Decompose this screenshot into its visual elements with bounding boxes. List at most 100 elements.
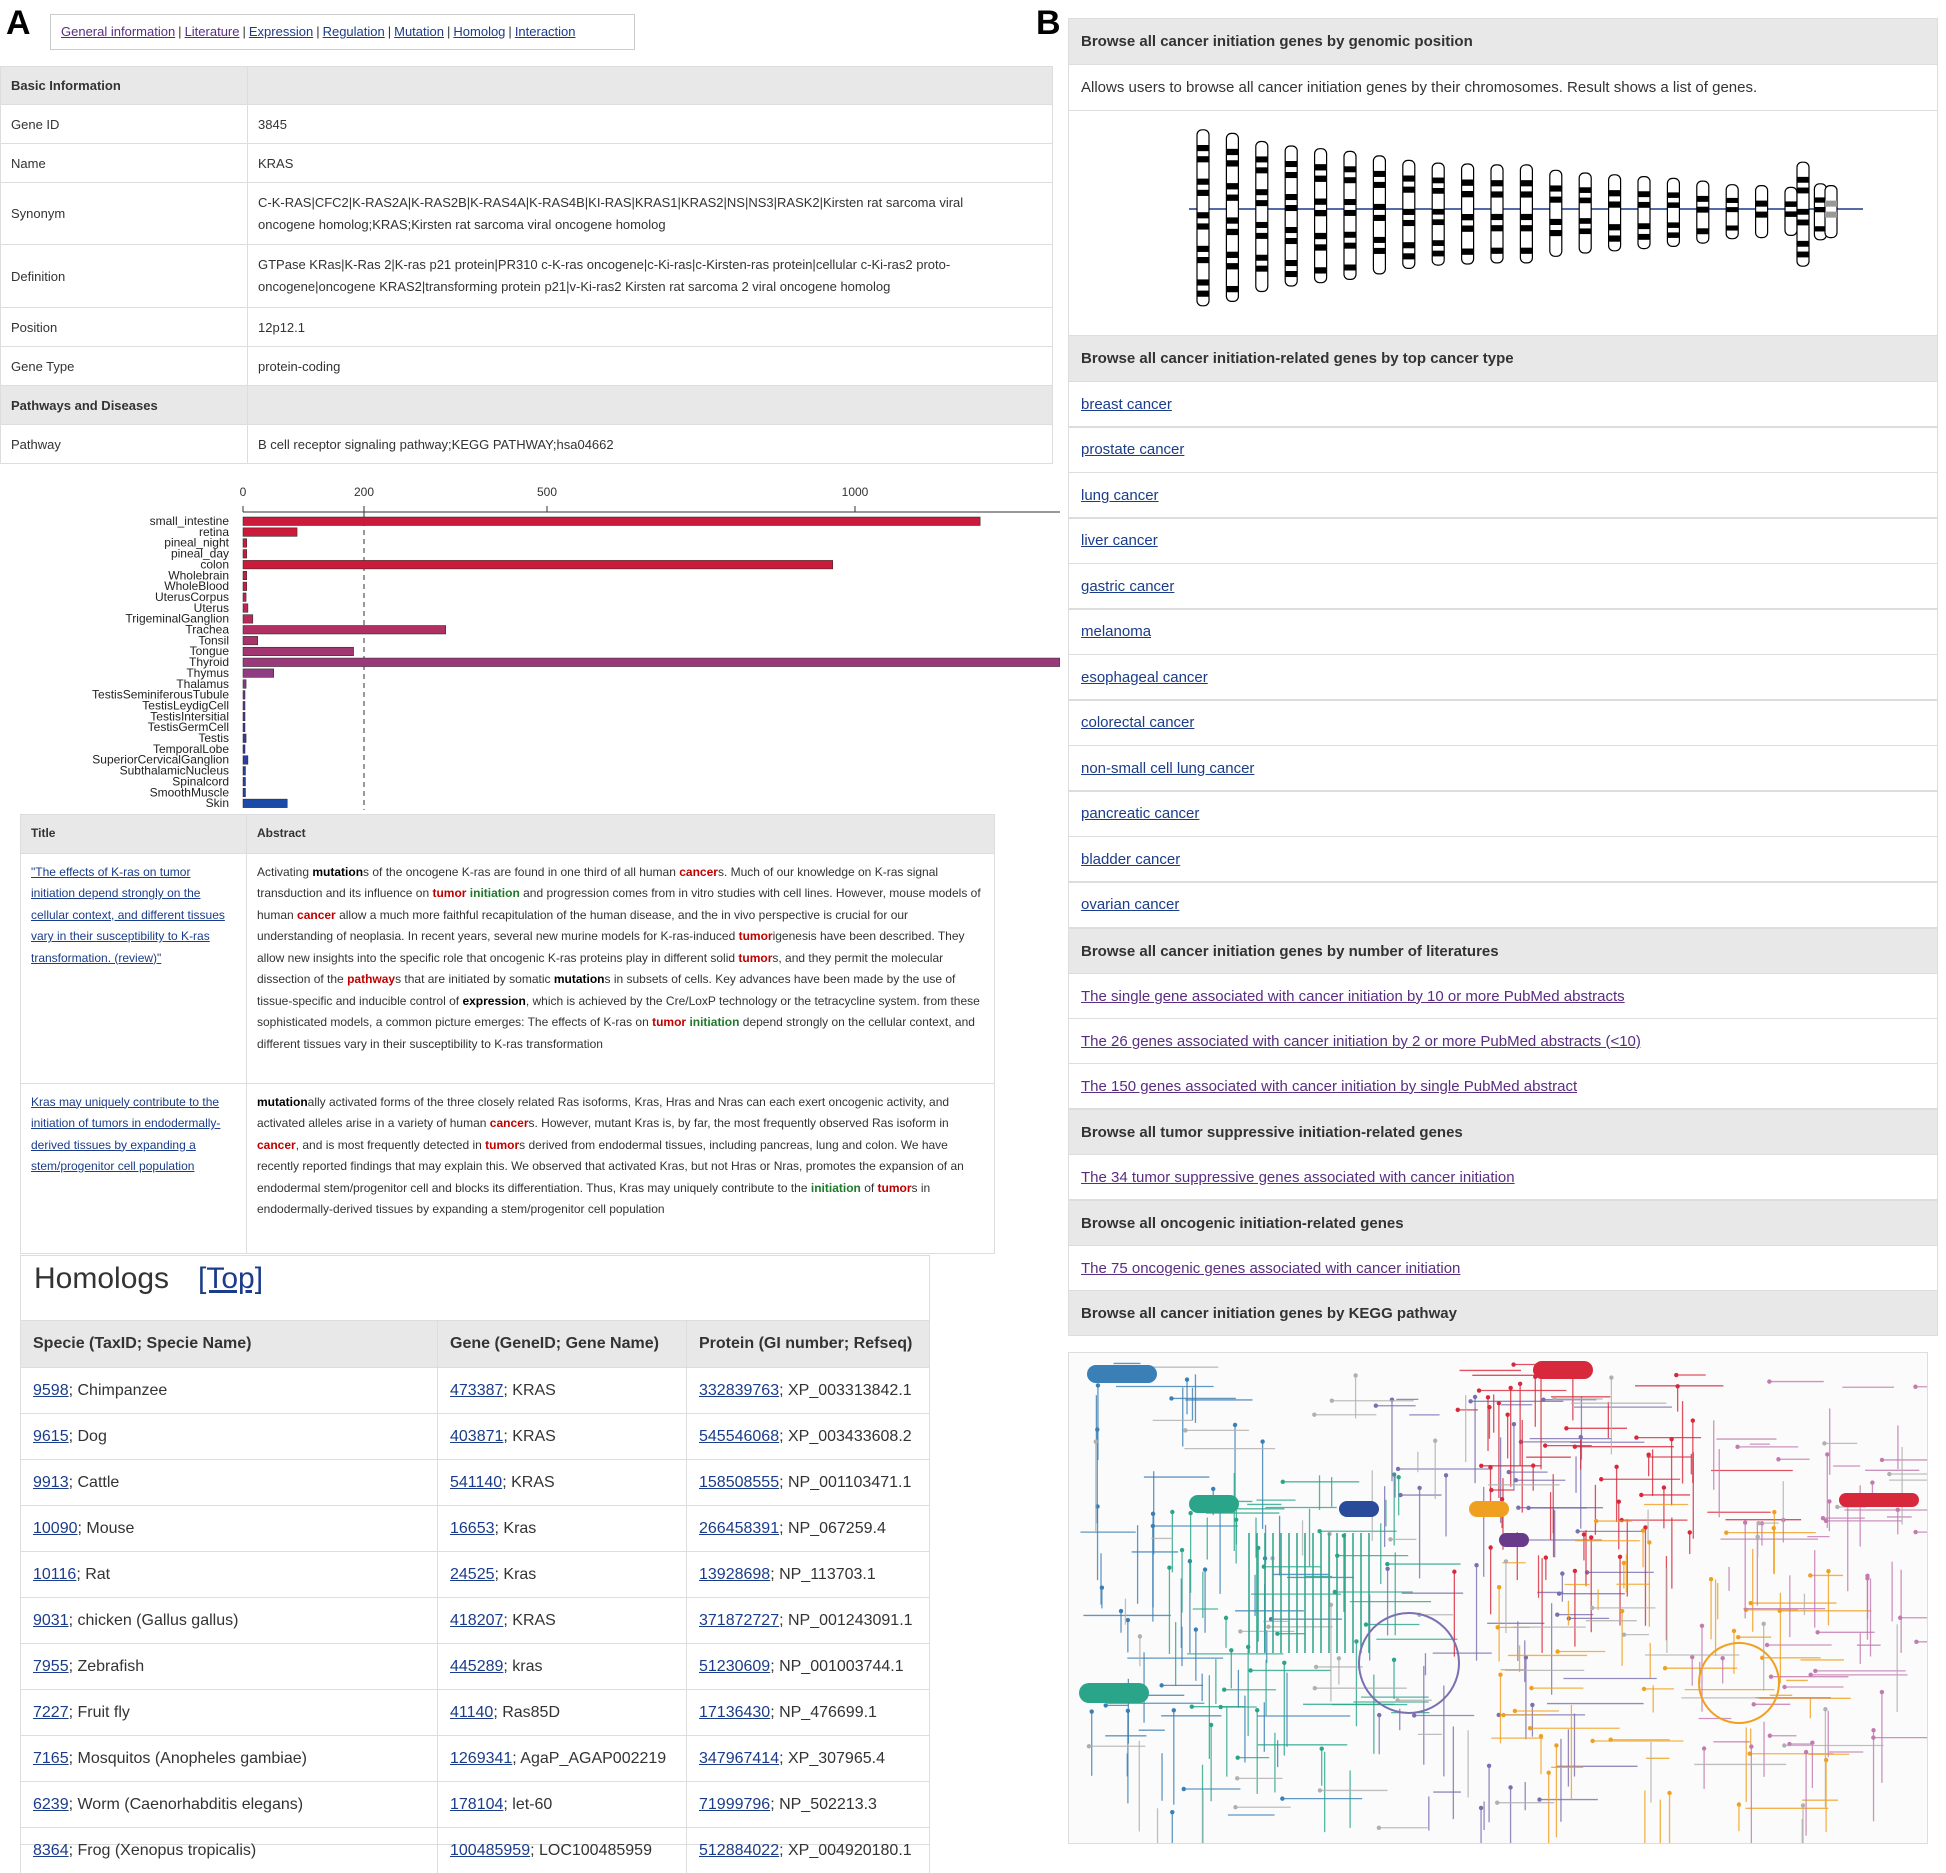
species-name: ; Chimpanzee — [69, 1382, 168, 1399]
geneid-link[interactable]: 473387 — [450, 1382, 503, 1399]
chromosome-band — [1491, 180, 1503, 186]
taxid-link[interactable]: 9913 — [33, 1474, 69, 1491]
taxid-link[interactable]: 9598 — [33, 1382, 69, 1399]
literature-link-10plus[interactable]: The single gene associated with cancer i… — [1081, 988, 1625, 1005]
cancer-type-row: colorectal cancer — [1068, 700, 1938, 746]
compound-node — [1702, 1746, 1706, 1750]
gi-link[interactable]: 266458391 — [699, 1520, 779, 1537]
taxid-link[interactable]: 10090 — [33, 1520, 78, 1537]
tumor-suppressive-link[interactable]: The 34 tumor suppressive genes associate… — [1081, 1169, 1515, 1186]
geneid-link[interactable]: 541140 — [450, 1474, 502, 1491]
chromosome-band — [1344, 210, 1356, 216]
chromosome-band — [1550, 185, 1562, 191]
nav-link-mutation[interactable]: Mutation — [394, 24, 444, 39]
basic-info-header: Basic Information — [1, 67, 248, 105]
taxid-link[interactable]: 9031 — [33, 1612, 69, 1629]
compound-node — [1385, 1562, 1389, 1566]
chromosome-band — [1462, 226, 1474, 232]
geneid-link[interactable]: 178104 — [450, 1796, 503, 1813]
x-tick-label: 200 — [354, 485, 374, 499]
compound-node — [1312, 1413, 1316, 1417]
literature-link-2plus[interactable]: The 26 genes associated with cancer init… — [1081, 1033, 1641, 1050]
compound-node — [1222, 1688, 1226, 1692]
gi-link[interactable]: 512884022 — [699, 1842, 779, 1859]
taxid-link[interactable]: 6239 — [33, 1796, 69, 1813]
abstract-text: of — [861, 1181, 878, 1195]
nav-link-regulation[interactable]: Regulation — [323, 24, 385, 39]
gi-link[interactable]: 71999796 — [699, 1796, 770, 1813]
taxid-link[interactable]: 8364 — [33, 1842, 69, 1859]
x-tick-label: 500 — [537, 485, 557, 499]
gi-link[interactable]: 332839763 — [699, 1382, 779, 1399]
cancer-type-link-liver-cancer[interactable]: liver cancer — [1081, 532, 1158, 549]
geneid-link[interactable]: 418207 — [450, 1612, 503, 1629]
geneid-link[interactable]: 403871 — [450, 1428, 503, 1445]
taxid-link[interactable]: 7227 — [33, 1704, 69, 1721]
top-link[interactable]: [Top] — [198, 1262, 263, 1296]
chromosome-band — [1579, 187, 1591, 193]
gi-link[interactable]: 371872727 — [699, 1612, 779, 1629]
refseq-id: ; NP_001103471.1 — [779, 1474, 911, 1491]
taxid-link[interactable]: 7165 — [33, 1750, 69, 1767]
literature-title-link[interactable]: "The effects of K-ras on tumor initiatio… — [31, 865, 225, 965]
geneid-link[interactable]: 100485959 — [450, 1842, 530, 1859]
nav-link-expression[interactable]: Expression — [249, 24, 313, 39]
compound-node — [1539, 1734, 1543, 1738]
cancer-type-link-prostate-cancer[interactable]: prostate cancer — [1081, 441, 1184, 458]
oncogenic-link[interactable]: The 75 oncogenic genes associated with c… — [1081, 1260, 1460, 1277]
literature-title-link[interactable]: Kras may uniquely contribute to the init… — [31, 1095, 220, 1174]
cancer-type-link-pancreatic-cancer[interactable]: pancreatic cancer — [1081, 805, 1199, 822]
geneid-link[interactable]: 1269341 — [450, 1750, 512, 1767]
chromosome-band — [1462, 180, 1474, 186]
gene-name: ; let-60 — [503, 1796, 552, 1813]
cancer-type-link-lung-cancer[interactable]: lung cancer — [1081, 487, 1159, 504]
chromosome-band — [1697, 196, 1709, 202]
cancer-type-link-melanoma[interactable]: melanoma — [1081, 623, 1151, 640]
nav-link-general-information[interactable]: General information — [61, 24, 175, 39]
compound-node — [1364, 1622, 1368, 1626]
bar-Spinalcord — [243, 777, 245, 786]
compound-node — [1487, 1405, 1491, 1409]
gi-link[interactable]: 545546068 — [699, 1428, 779, 1445]
compound-node — [1511, 1362, 1515, 1366]
geneid-link[interactable]: 16653 — [450, 1520, 495, 1537]
compound-node — [1374, 1404, 1378, 1408]
nav-link-homolog[interactable]: Homolog — [453, 24, 505, 39]
taxid-link[interactable]: 9615 — [33, 1428, 69, 1445]
gi-link[interactable]: 17136430 — [699, 1704, 770, 1721]
position-value: 12p12.1 — [248, 308, 1053, 347]
chromosome-karyogram[interactable] — [1069, 111, 1937, 335]
nav-link-interaction[interactable]: Interaction — [515, 24, 576, 39]
species-name: ; Dog — [69, 1428, 107, 1445]
compound-node — [1172, 1708, 1176, 1712]
kegg-metabolic-map[interactable] — [1069, 1353, 1927, 1843]
genomic-position-desc: Allows users to browse all cancer initia… — [1068, 64, 1938, 111]
geneid-link[interactable]: 24525 — [450, 1566, 495, 1583]
chromosome — [1609, 175, 1621, 251]
gi-link[interactable]: 347967414 — [699, 1750, 779, 1767]
gi-link[interactable]: 13928698 — [699, 1566, 770, 1583]
cancer-type-link-colorectal-cancer[interactable]: colorectal cancer — [1081, 714, 1194, 731]
compound-node — [1865, 1576, 1869, 1580]
cancer-type-link-non-small-cell-lung-cancer[interactable]: non-small cell lung cancer — [1081, 760, 1254, 777]
geneid-link[interactable]: 445289 — [450, 1658, 503, 1675]
nav-link-literature[interactable]: Literature — [185, 24, 240, 39]
gi-link[interactable]: 158508555 — [699, 1474, 779, 1491]
chromosome-band — [1197, 156, 1209, 162]
geneid-link[interactable]: 41140 — [450, 1704, 493, 1721]
cancer-type-link-ovarian-cancer[interactable]: ovarian cancer — [1081, 896, 1179, 913]
cancer-type-link-esophageal-cancer[interactable]: esophageal cancer — [1081, 669, 1208, 686]
cancer-type-link-breast-cancer[interactable]: breast cancer — [1081, 396, 1172, 413]
compound-node — [1913, 1385, 1917, 1389]
taxid-link[interactable]: 10116 — [33, 1566, 76, 1583]
bar-colon — [243, 560, 833, 569]
compound-node — [1282, 1661, 1286, 1665]
compound-node — [1126, 1618, 1130, 1622]
cancer-type-link-bladder-cancer[interactable]: bladder cancer — [1081, 851, 1180, 868]
compound-node — [1743, 1520, 1747, 1524]
taxid-link[interactable]: 7955 — [33, 1658, 69, 1675]
homolog-cell: 178104; let-60 — [438, 1782, 687, 1828]
gi-link[interactable]: 51230609 — [699, 1658, 770, 1675]
literature-link-single[interactable]: The 150 genes associated with cancer ini… — [1081, 1078, 1577, 1095]
cancer-type-link-gastric-cancer[interactable]: gastric cancer — [1081, 578, 1174, 595]
